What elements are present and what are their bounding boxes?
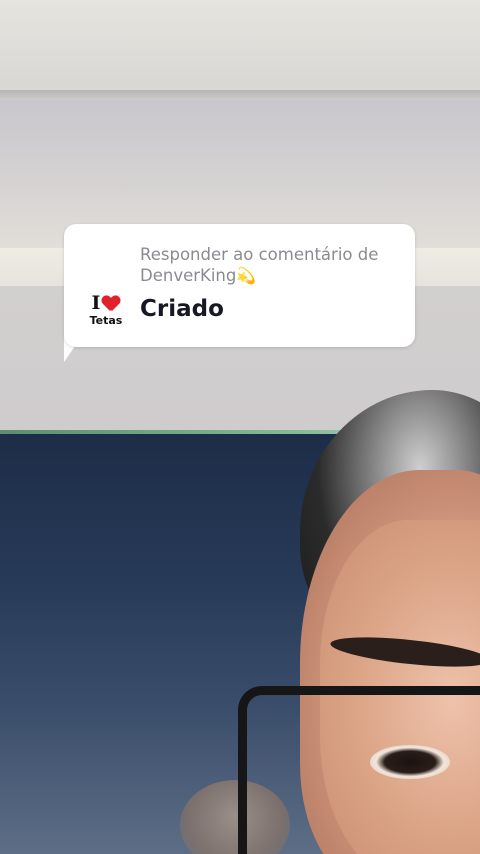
person-glasses [238,686,480,854]
commenter-avatar: I Tetas [84,294,128,330]
avatar-logo: I [84,294,128,313]
reply-comment-sticker[interactable]: I Tetas Responder ao comentário de Denve… [64,224,415,347]
reply-header: Responder ao comentário de DenverKing💫 [140,244,406,286]
reply-header-prefix: Responder ao comentário de [140,245,379,264]
reply-username[interactable]: DenverKing [140,266,236,285]
heart-icon [102,296,120,312]
avatar-word: Tetas [89,314,123,327]
ceiling [0,0,480,100]
video-screen: I Tetas Responder ao comentário de Denve… [0,0,480,854]
avatar-letter: I [91,292,101,314]
reply-comment-text: Criado [140,296,224,322]
sparkle-emoji-icon: 💫 [236,266,257,285]
